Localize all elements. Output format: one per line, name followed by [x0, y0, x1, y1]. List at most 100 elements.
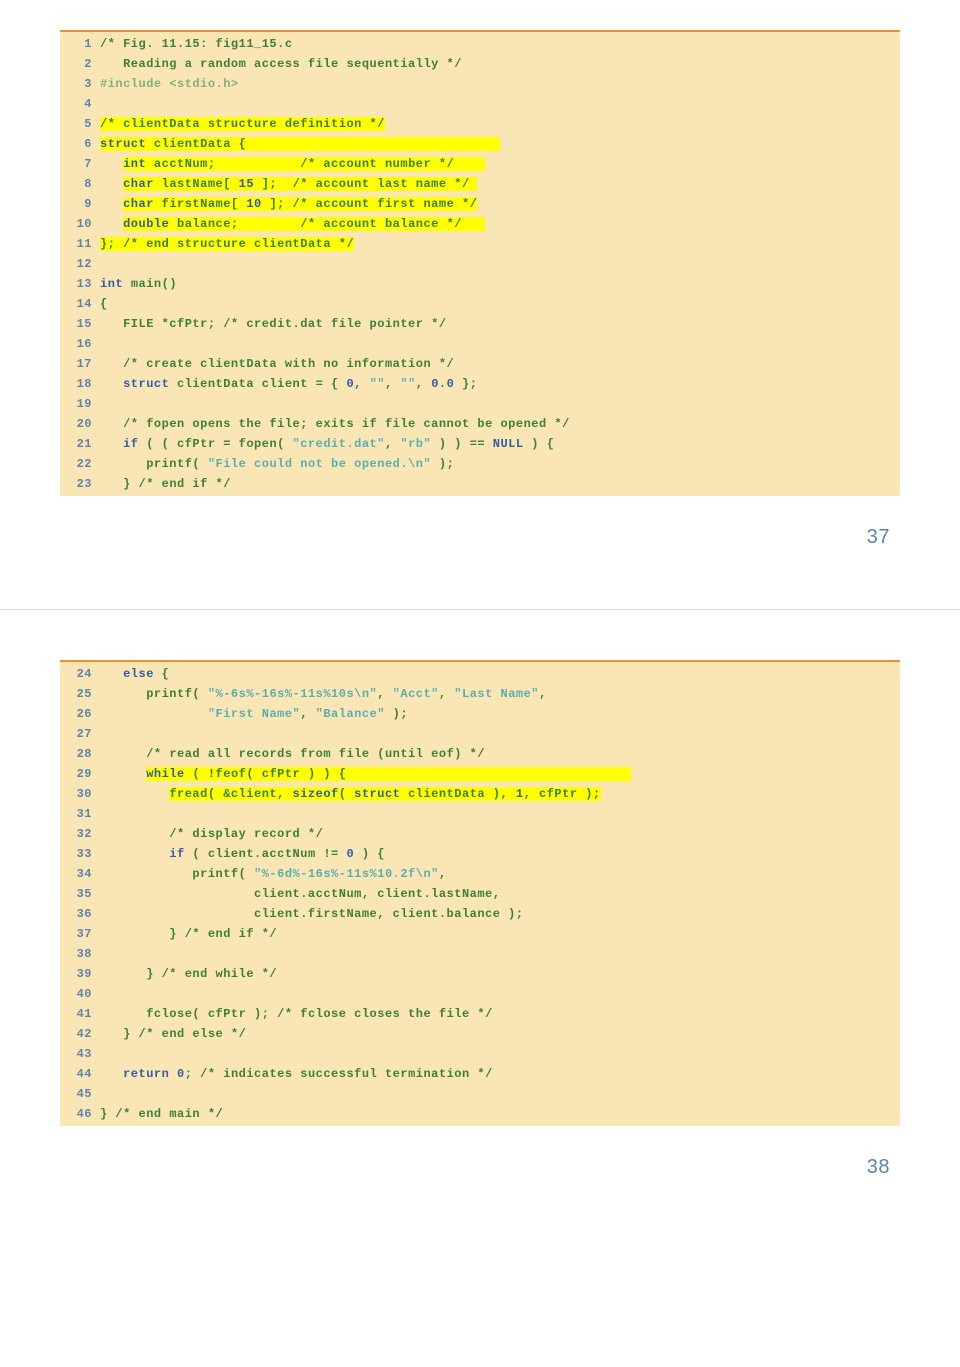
- code-segment: "Acct": [393, 687, 439, 701]
- code-segment: printf(: [100, 457, 208, 471]
- code-segment: "Last Name": [454, 687, 539, 701]
- code-content: } /* end while */: [100, 964, 900, 984]
- line-number: 15: [60, 314, 100, 334]
- code-content: if ( client.acctNum != 0 ) {: [100, 844, 900, 864]
- code-content: FILE *cfPtr; /* credit.dat file pointer …: [100, 314, 900, 334]
- code-line: 23 } /* end if */: [60, 474, 900, 494]
- line-number: 45: [60, 1084, 100, 1104]
- code-segment: "Balance": [316, 707, 385, 721]
- code-segment: "credit.dat": [293, 437, 385, 451]
- line-number: 7: [60, 154, 100, 174]
- code-segment: [100, 847, 169, 861]
- code-content: char lastName[ 15 ]; /* account last nam…: [100, 174, 900, 194]
- code-line: 19: [60, 394, 900, 414]
- line-number: 38: [60, 944, 100, 964]
- code-line: 33 if ( client.acctNum != 0 ) {: [60, 844, 900, 864]
- code-content: client.acctNum, client.lastName,: [100, 884, 900, 904]
- code-segment: /* end if */: [185, 927, 277, 941]
- code-segment: ;: [185, 1067, 200, 1081]
- line-number: 27: [60, 724, 100, 744]
- code-segment: /* indicates successful termination */: [200, 1067, 493, 1081]
- line-number: 37: [60, 924, 100, 944]
- code-segment: ) {: [524, 437, 555, 451]
- code-content: client.firstName, client.balance );: [100, 904, 900, 924]
- code-segment: }: [100, 927, 185, 941]
- code-segment: }: [100, 1027, 139, 1041]
- code-segment: struct: [123, 377, 177, 391]
- code-segment: client.acctNum, client.lastName,: [100, 887, 500, 901]
- code-segment: "%-6d%-16s%-11s%10.2f\n": [254, 867, 439, 881]
- code-segment: [100, 157, 123, 171]
- code-segment: printf(: [100, 687, 208, 701]
- code-segment: [100, 827, 169, 841]
- code-segment: firstName[: [162, 197, 247, 211]
- code-line: 11}; /* end structure clientData */: [60, 234, 900, 254]
- code-line: 10 double balance; /* account balance */: [60, 214, 900, 234]
- code-line: 41 fclose( cfPtr ); /* fclose closes the…: [60, 1004, 900, 1024]
- page-number-1: 37: [60, 526, 900, 549]
- code-content: } /* end if */: [100, 924, 900, 944]
- code-segment: ,: [385, 437, 400, 451]
- code-segment: char: [123, 177, 162, 191]
- code-line: 28 /* read all records from file (until …: [60, 744, 900, 764]
- line-number: 33: [60, 844, 100, 864]
- code-segment: };: [100, 237, 123, 251]
- code-segment: , cfPtr );: [524, 787, 601, 801]
- code-line: 34 printf( "%-6d%-16s%-11s%10.2f\n",: [60, 864, 900, 884]
- line-number: 23: [60, 474, 100, 494]
- line-number: 12: [60, 254, 100, 274]
- code-segment: }: [100, 477, 139, 491]
- line-number: 6: [60, 134, 100, 154]
- code-content: struct clientData client = { 0, "", "", …: [100, 374, 900, 394]
- code-content: {: [100, 294, 900, 314]
- code-line: 38: [60, 944, 900, 964]
- code-segment: /* fclose closes the file */: [277, 1007, 493, 1021]
- code-segment: ) ) ==: [431, 437, 493, 451]
- code-segment: "First Name": [208, 707, 300, 721]
- line-number: 16: [60, 334, 100, 354]
- code-block-1: 1/* Fig. 11.15: fig11_15.c2 Reading a ra…: [60, 30, 900, 496]
- line-number: 21: [60, 434, 100, 454]
- code-line: 4: [60, 94, 900, 114]
- line-number: 25: [60, 684, 100, 704]
- code-line: 24 else {: [60, 664, 900, 684]
- line-number: 30: [60, 784, 100, 804]
- code-line: 8 char lastName[ 15 ]; /* account last n…: [60, 174, 900, 194]
- line-number: 14: [60, 294, 100, 314]
- line-number: 5: [60, 114, 100, 134]
- code-segment: if: [123, 437, 146, 451]
- line-number: 32: [60, 824, 100, 844]
- code-line: 35 client.acctNum, client.lastName,: [60, 884, 900, 904]
- code-block-2: 24 else {25 printf( "%-6s%-16s%-11s%10s\…: [60, 660, 900, 1126]
- code-segment: ( client.acctNum !=: [192, 847, 346, 861]
- code-segment: "%-6s%-16s%-11s%10s\n": [208, 687, 377, 701]
- code-segment: ( ( cfPtr = fopen(: [146, 437, 292, 451]
- code-line: 2 Reading a random access file sequentia…: [60, 54, 900, 74]
- code-segment: fread( &client,: [169, 787, 292, 801]
- code-segment: Reading a random access file sequentiall…: [100, 57, 462, 71]
- code-content: /* read all records from file (until eof…: [100, 744, 900, 764]
- code-content: }; /* end structure clientData */: [100, 234, 900, 254]
- code-segment: );: [385, 707, 408, 721]
- code-line: 46} /* end main */: [60, 1104, 900, 1124]
- slide-1: 1/* Fig. 11.15: fig11_15.c2 Reading a ra…: [0, 0, 960, 589]
- code-segment: /* account balance */: [300, 217, 485, 231]
- code-line: 21 if ( ( cfPtr = fopen( "credit.dat", "…: [60, 434, 900, 454]
- code-segment: /* account first name */: [293, 197, 478, 211]
- code-segment: "rb": [400, 437, 431, 451]
- code-segment: /* create clientData with no information…: [123, 357, 454, 371]
- line-number: 2: [60, 54, 100, 74]
- code-line: 17 /* create clientData with no informat…: [60, 354, 900, 374]
- line-number: 34: [60, 864, 100, 884]
- code-segment: /* end while */: [162, 967, 278, 981]
- code-line: 14{: [60, 294, 900, 314]
- code-segment: return: [123, 1067, 177, 1081]
- code-segment: 1: [516, 787, 524, 801]
- line-number: 1: [60, 34, 100, 54]
- code-line: 45: [60, 1084, 900, 1104]
- code-segment: <stdio.h>: [169, 77, 238, 91]
- line-number: 11: [60, 234, 100, 254]
- code-segment: [100, 667, 123, 681]
- code-segment: /* end structure clientData */: [123, 237, 354, 251]
- code-segment: fclose( cfPtr );: [100, 1007, 277, 1021]
